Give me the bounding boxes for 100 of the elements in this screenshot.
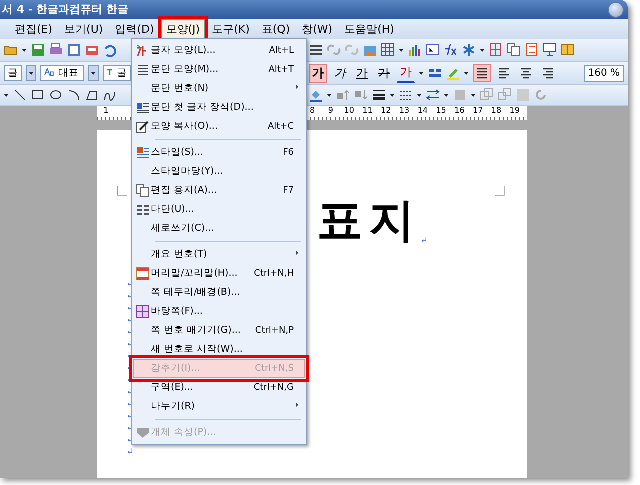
menu-bar-item[interactable]: 표(Q) bbox=[256, 18, 296, 40]
printer-icon[interactable] bbox=[49, 43, 63, 57]
ruler-number: 10 bbox=[343, 106, 356, 115]
formula-icon[interactable] bbox=[444, 43, 458, 57]
format-button[interactable]: 가 bbox=[309, 64, 327, 82]
minimize-button[interactable] bbox=[608, 2, 624, 18]
caret-icon[interactable] bbox=[28, 72, 34, 74]
fill-icon[interactable] bbox=[309, 88, 323, 102]
align-lines-icon bbox=[475, 66, 489, 80]
caret-icon[interactable] bbox=[464, 72, 469, 74]
menu-item[interactable]: 문단 모양(M)... Alt+T bbox=[133, 60, 305, 79]
menu-item[interactable]: 구역(E)... Ctrl+N,G bbox=[133, 378, 305, 397]
document-frame-icon[interactable] bbox=[525, 43, 539, 57]
document-heading: 표지 bbox=[317, 194, 421, 246]
menu-item[interactable]: 쪽 테두리/배경(B)... bbox=[133, 283, 305, 302]
line-icon[interactable] bbox=[13, 88, 27, 102]
menu-item[interactable]: 나누기(R) bbox=[133, 397, 305, 416]
rectangle-icon[interactable] bbox=[31, 88, 45, 102]
caret-icon[interactable] bbox=[390, 94, 395, 96]
columns-icon bbox=[136, 202, 150, 216]
menu-item[interactable]: 문단 첫 글자 장식(D)... bbox=[133, 98, 305, 117]
brush-icon bbox=[136, 120, 150, 134]
header-footer-icon bbox=[136, 266, 150, 280]
preview-icon[interactable] bbox=[67, 43, 81, 57]
window-title: 서 4 - 한글과컴퓨터 한글 bbox=[2, 2, 129, 17]
format-button[interactable]: 가 bbox=[375, 64, 393, 82]
caret-icon[interactable] bbox=[417, 94, 422, 96]
font-field[interactable]: 굴 bbox=[102, 65, 131, 81]
dropdown-button[interactable] bbox=[26, 65, 36, 81]
menu-item[interactable]: 스타일마당(Y)... bbox=[133, 162, 305, 181]
line-style-icon[interactable] bbox=[372, 88, 386, 102]
zoom-field[interactable]: 160 % bbox=[584, 64, 624, 82]
ruler-number: 11 bbox=[362, 106, 374, 115]
align-lines-icon bbox=[497, 66, 511, 80]
menu-bar-item[interactable]: 편집(E) bbox=[10, 18, 58, 40]
paragraph-lines-icon bbox=[136, 62, 150, 76]
menu-item[interactable]: 글자 모양(L)... Alt+L bbox=[133, 41, 305, 60]
menu-item[interactable]: 머리말/꼬리말(H)... Ctrl+N,H bbox=[133, 264, 305, 283]
menu-item[interactable]: 새 번호로 시작(W)... bbox=[133, 340, 305, 359]
caret-icon[interactable] bbox=[471, 94, 476, 96]
menu-item[interactable]: 스타일(S)... F6 bbox=[133, 143, 305, 162]
menu-item[interactable]: 쪽 번호 매기기(G)... Ctrl+N,P bbox=[133, 321, 305, 340]
menu-bar-item[interactable]: 도움말(H) bbox=[340, 18, 400, 40]
caret-icon[interactable] bbox=[444, 94, 449, 96]
align-button[interactable] bbox=[473, 64, 491, 82]
presentation-icon[interactable] bbox=[543, 43, 557, 57]
caret-icon[interactable] bbox=[90, 72, 96, 74]
save-icon[interactable] bbox=[31, 43, 45, 57]
ruler-number: 16 bbox=[454, 106, 466, 115]
font-name: 굴 bbox=[117, 67, 127, 80]
corner-mark-icon bbox=[117, 186, 129, 198]
style-icon bbox=[136, 146, 150, 160]
menu-item[interactable]: 개요 번호(T) bbox=[133, 245, 305, 264]
copy-pages-icon[interactable] bbox=[507, 43, 521, 57]
ruler-number: 12 bbox=[380, 106, 392, 115]
bar-chart-icon[interactable] bbox=[408, 43, 422, 57]
menu-item[interactable]: 다단(U)... bbox=[133, 200, 305, 219]
caret-icon[interactable] bbox=[419, 72, 424, 74]
book-icon[interactable] bbox=[561, 43, 575, 57]
menu-item[interactable]: 문단 번호(N) bbox=[133, 79, 305, 98]
style-name-field[interactable]: 대표 bbox=[40, 65, 84, 81]
ruler-number: 13 bbox=[398, 106, 411, 115]
format-button[interactable]: 가 bbox=[353, 64, 371, 82]
image-icon[interactable] bbox=[85, 43, 99, 57]
style-list-field[interactable]: 글 bbox=[4, 65, 22, 81]
caret-icon[interactable] bbox=[327, 94, 332, 96]
menu-item[interactable]: 편집 용지(A)... F7 bbox=[133, 181, 305, 200]
asterisk-icon[interactable] bbox=[462, 43, 476, 57]
caret-icon[interactable] bbox=[22, 48, 27, 52]
dropdown-button[interactable] bbox=[88, 65, 99, 81]
drop-cap-icon bbox=[136, 100, 150, 114]
format-button[interactable]: 가 bbox=[397, 63, 415, 83]
menu-item[interactable]: 바탕쪽(F)... bbox=[133, 302, 305, 321]
menu-item[interactable]: 세로쓰기(C)... bbox=[133, 219, 305, 238]
menu-bar-item[interactable]: 입력(D) bbox=[110, 18, 160, 40]
text-box-icon[interactable] bbox=[426, 43, 440, 57]
menu-bar-item[interactable]: 모양(J) bbox=[161, 18, 206, 40]
style-name: 대표 bbox=[58, 67, 78, 80]
menu-bar-item[interactable]: 창(W) bbox=[297, 18, 338, 40]
ellipse-icon[interactable] bbox=[49, 88, 63, 102]
ruler-number: 1 bbox=[102, 106, 110, 115]
picture-icon[interactable] bbox=[363, 43, 377, 57]
caret-icon[interactable] bbox=[480, 48, 485, 52]
table-grid-icon[interactable] bbox=[381, 43, 395, 57]
corner-mark-icon bbox=[495, 186, 507, 198]
undo-icon[interactable] bbox=[103, 43, 117, 57]
spacing-icon[interactable] bbox=[428, 66, 442, 80]
arc-icon[interactable] bbox=[67, 88, 81, 102]
menu-bar-item[interactable]: 도구(K) bbox=[207, 18, 255, 40]
caret-icon[interactable] bbox=[4, 94, 9, 96]
arrow-style-icon[interactable] bbox=[426, 88, 440, 102]
menu-item[interactable]: 모양 복사(O)... Alt+C bbox=[133, 117, 305, 136]
ruler-number: 14 bbox=[416, 106, 430, 115]
align-lines-icon bbox=[519, 66, 533, 80]
form-icon[interactable] bbox=[489, 43, 503, 57]
menu-bar-item[interactable]: 보기(U) bbox=[60, 18, 108, 40]
format-button[interactable]: 가 bbox=[331, 64, 349, 82]
caret-icon[interactable] bbox=[399, 48, 404, 52]
ruler-number: 8 bbox=[309, 106, 316, 115]
object-arrow-icon bbox=[136, 426, 150, 440]
